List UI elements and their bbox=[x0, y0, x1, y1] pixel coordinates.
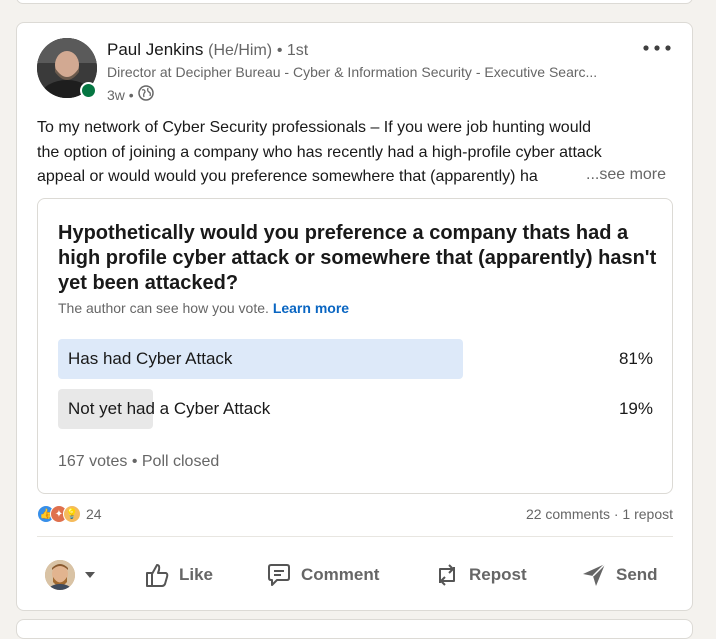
post-meta: 3w • bbox=[107, 85, 154, 104]
repost-icon bbox=[439, 564, 455, 586]
comment-icon bbox=[268, 564, 290, 586]
repost-button[interactable]: Repost bbox=[433, 554, 527, 596]
poll-footer: 167 votes • Poll closed bbox=[58, 453, 220, 470]
poll-question: Hypothetically would you preference a co… bbox=[58, 222, 657, 294]
next-post-card bbox=[16, 619, 693, 639]
insightful-reaction-icon: 💡 bbox=[63, 505, 81, 523]
globe-icon bbox=[137, 85, 154, 104]
learn-more-link[interactable]: Learn more bbox=[273, 300, 349, 316]
divider bbox=[37, 536, 673, 537]
like-label: Like bbox=[179, 565, 214, 584]
poll-option: Has had Cyber Attack 81% bbox=[58, 339, 653, 379]
chevron-down-icon bbox=[85, 572, 95, 578]
online-status-icon bbox=[80, 82, 97, 99]
poll-note-text: The author can see how you vote. bbox=[58, 300, 269, 316]
author-name[interactable]: Paul Jenkins bbox=[107, 40, 203, 59]
connection-degree: • 1st bbox=[276, 42, 309, 59]
comment-button[interactable]: Comment bbox=[265, 554, 379, 596]
comment-label: Comment bbox=[301, 565, 380, 584]
see-more-button[interactable]: ...see more bbox=[580, 166, 667, 184]
author-pronouns: (He/Him) bbox=[208, 42, 273, 59]
previous-post-card bbox=[16, 0, 693, 4]
post-text-line: To my network of Cyber Security professi… bbox=[37, 119, 592, 136]
poll: Hypothetically would you preference a co… bbox=[37, 198, 673, 494]
ellipsis-icon bbox=[643, 45, 671, 51]
poll-option-label: Has had Cyber Attack bbox=[68, 349, 233, 368]
action-bar: Like Comment Repost Send bbox=[37, 548, 677, 602]
more-options-button[interactable] bbox=[640, 36, 674, 60]
reaction-identity-selector[interactable] bbox=[45, 554, 97, 596]
poll-option: Not yet had a Cyber Attack 19% bbox=[58, 389, 653, 429]
poll-option-label: Not yet had a Cyber Attack bbox=[68, 399, 271, 418]
my-avatar bbox=[45, 560, 75, 590]
like-button[interactable]: Like bbox=[143, 554, 213, 596]
reactions-summary[interactable]: 👍 ✦ 💡 24 bbox=[37, 505, 102, 523]
social-counts: 👍 ✦ 💡 24 22 comments · 1 repost bbox=[37, 505, 673, 527]
post-text-line: the option of joining a company who has … bbox=[37, 143, 602, 161]
repost-label: Repost bbox=[469, 565, 527, 584]
poll-note: The author can see how you vote. Learn m… bbox=[58, 300, 349, 316]
thumbs-up-icon bbox=[146, 564, 169, 587]
poll-option-percent: 81% bbox=[618, 349, 653, 368]
send-button[interactable]: Send bbox=[580, 554, 658, 596]
author-headline: Director at Decipher Bureau - Cyber & In… bbox=[107, 64, 598, 80]
comments-reposts-count[interactable]: 22 comments · 1 repost bbox=[526, 506, 673, 522]
send-label: Send bbox=[616, 565, 658, 584]
reaction-count: 24 bbox=[86, 506, 102, 522]
post-time: 3w • bbox=[107, 86, 134, 103]
poll-option-percent: 19% bbox=[618, 399, 653, 418]
send-icon bbox=[583, 563, 606, 586]
